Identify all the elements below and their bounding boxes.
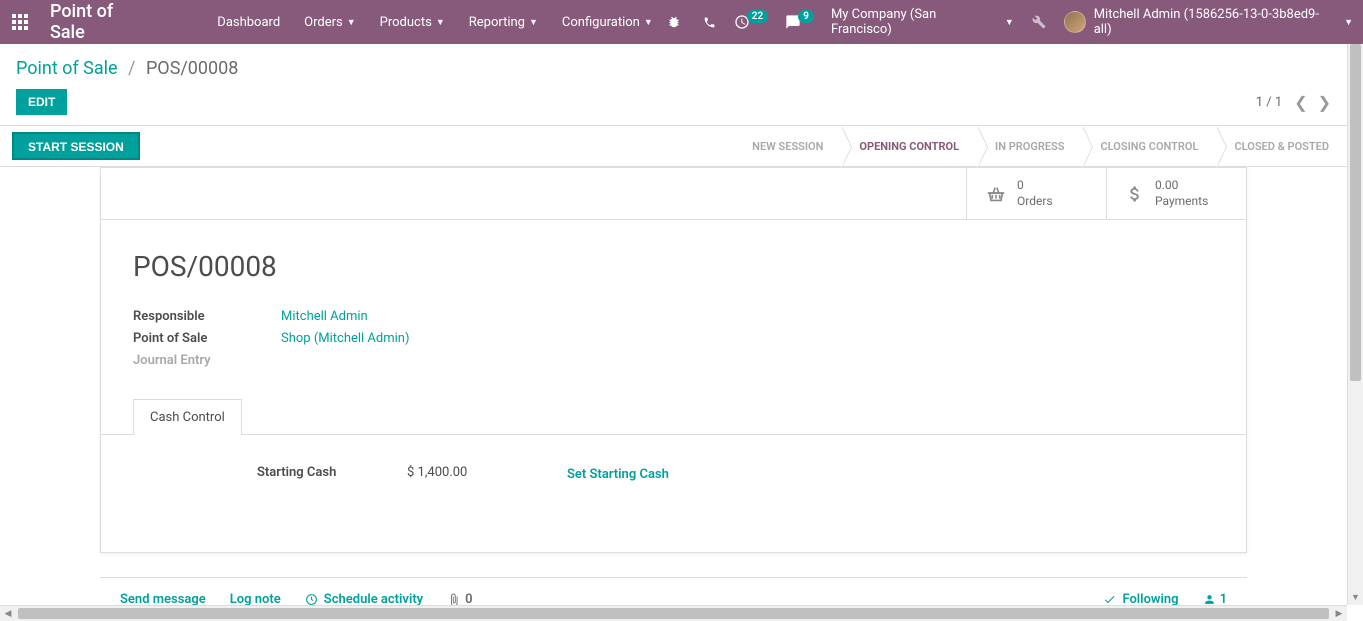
breadcrumb-separator: / [128, 58, 135, 79]
stat-orders-label: Orders [1017, 194, 1053, 210]
tab-content: Starting Cash $ 1,400.00 Set Starting Ca… [101, 435, 1246, 532]
nav-menu: Dashboard Orders ▼ Products ▼ Reporting ▼ C… [207, 9, 663, 36]
stage-opening-control[interactable]: OPENING CONTROL [841, 126, 977, 166]
actions-row: EDIT 1 / 1 ❮ ❯ [0, 89, 1347, 125]
set-starting-cash-link[interactable]: Set Starting Cash [567, 467, 669, 482]
chevron-down-icon: ▼ [529, 17, 538, 28]
stat-payments-button[interactable]: 0.00 Payments [1106, 168, 1246, 219]
responsible-label: Responsible [133, 309, 281, 324]
chatter: Send message Log note Schedule activity … [100, 577, 1247, 605]
stage-closed-posted[interactable]: CLOSED & POSTED [1216, 126, 1347, 166]
nav-configuration-label: Configuration [562, 15, 640, 30]
scroll-left-icon[interactable]: ◀ [0, 606, 16, 621]
dollar-icon [1125, 182, 1145, 206]
nav-orders[interactable]: Orders ▼ [294, 9, 366, 36]
stage-closing-control[interactable]: CLOSING CONTROL [1082, 126, 1216, 166]
brand-title[interactable]: Point of Sale [50, 1, 152, 43]
activity-indicator[interactable]: 22 [734, 14, 771, 30]
basket-icon [985, 183, 1007, 205]
phone-icon[interactable] [699, 12, 720, 33]
schedule-activity-link[interactable]: Schedule activity [305, 592, 423, 605]
tab-cash-control[interactable]: Cash Control [133, 399, 242, 435]
avatar [1064, 11, 1086, 33]
check-icon [1103, 593, 1116, 605]
journal-label: Journal Entry [133, 353, 281, 368]
top-navbar: Point of Sale Dashboard Orders ▼ Products… [0, 0, 1363, 44]
paperclip-icon [447, 593, 461, 605]
clock-icon [305, 593, 318, 605]
attachments-button[interactable]: 0 [447, 592, 472, 605]
pager-next-icon[interactable]: ❯ [1318, 93, 1331, 112]
apps-icon[interactable] [8, 10, 32, 34]
stat-orders-button[interactable]: 0 Orders [966, 168, 1106, 219]
stat-buttons: 0 Orders 0.00 Payments [101, 168, 1246, 220]
tools-icon[interactable] [1028, 11, 1050, 33]
field-journal-entry: Journal Entry [133, 353, 693, 368]
followers-count: 1 [1220, 592, 1227, 605]
chevron-down-icon: ▼ [436, 17, 445, 28]
breadcrumb: Point of Sale / POS/00008 [16, 58, 238, 79]
chevron-down-icon: ▼ [1344, 17, 1353, 28]
tabs: Cash Control Starting Cash $ 1,400.00 Se… [101, 398, 1246, 532]
nav-reporting[interactable]: Reporting ▼ [459, 9, 548, 36]
log-note-link[interactable]: Log note [230, 592, 281, 605]
messages-badge: 9 [798, 10, 814, 23]
stage-in-progress[interactable]: IN PROGRESS [977, 126, 1082, 166]
send-message-link[interactable]: Send message [120, 592, 206, 605]
user-menu[interactable]: Mitchell Admin (1586256-13-0-3b8ed9-all)… [1064, 7, 1353, 37]
attachments-count: 0 [465, 592, 472, 605]
scroll-right-icon[interactable]: ▶ [1331, 606, 1347, 621]
scroll-thumb[interactable] [18, 608, 1329, 619]
starting-cash-label: Starting Cash [257, 463, 407, 480]
company-label: My Company (San Francisco) [831, 7, 1000, 37]
pos-label: Point of Sale [133, 331, 281, 346]
schedule-activity-label: Schedule activity [324, 592, 423, 605]
nav-configuration[interactable]: Configuration ▼ [552, 9, 663, 36]
field-responsible: Responsible Mitchell Admin [133, 309, 693, 324]
status-bar: START SESSION NEW SESSION OPENING CONTRO… [0, 125, 1347, 167]
breadcrumb-row: Point of Sale / POS/00008 [0, 44, 1347, 89]
start-session-button[interactable]: START SESSION [12, 132, 140, 160]
field-point-of-sale: Point of Sale Shop (Mitchell Admin) [133, 331, 693, 346]
activity-badge: 22 [747, 10, 768, 23]
vertical-scrollbar[interactable]: ▲ ▼ [1347, 44, 1363, 605]
breadcrumb-current: POS/00008 [146, 58, 238, 79]
responsible-value[interactable]: Mitchell Admin [281, 309, 368, 324]
company-selector[interactable]: My Company (San Francisco) ▼ [831, 7, 1014, 37]
starting-cash-value: $ 1,400.00 [407, 463, 567, 480]
edit-button[interactable]: EDIT [16, 89, 67, 115]
followers-button[interactable]: 1 [1203, 592, 1227, 605]
bug-icon[interactable] [663, 11, 685, 33]
stat-payments-amount: 0.00 [1155, 178, 1208, 194]
chevron-down-icon: ▼ [1005, 17, 1014, 28]
pager-prev-icon[interactable]: ❮ [1294, 93, 1307, 112]
pos-value[interactable]: Shop (Mitchell Admin) [281, 331, 410, 346]
horizontal-scrollbar[interactable]: ◀ ▶ [0, 605, 1347, 621]
pager-text: 1 / 1 [1256, 95, 1282, 110]
scroll-down-icon[interactable]: ▼ [1348, 589, 1363, 605]
following-button[interactable]: Following [1103, 592, 1178, 605]
chevron-down-icon: ▼ [644, 17, 653, 28]
chevron-down-icon: ▼ [347, 17, 356, 28]
stat-orders-count: 0 [1017, 178, 1053, 194]
messages-indicator[interactable]: 9 [785, 14, 817, 30]
nav-dashboard[interactable]: Dashboard [207, 9, 290, 36]
user-label: Mitchell Admin (1586256-13-0-3b8ed9-all) [1094, 7, 1336, 37]
record-title: POS/00008 [133, 250, 1214, 283]
nav-reporting-label: Reporting [469, 15, 525, 30]
stat-payments-label: Payments [1155, 194, 1208, 210]
nav-products-label: Products [380, 15, 432, 30]
following-label: Following [1122, 592, 1178, 605]
stage-new-session[interactable]: NEW SESSION [734, 126, 841, 166]
scroll-thumb[interactable] [1350, 44, 1361, 381]
nav-orders-label: Orders [304, 15, 343, 30]
pager: 1 / 1 ❮ ❯ [1256, 93, 1331, 112]
nav-products[interactable]: Products ▼ [370, 9, 455, 36]
form-sheet: 0 Orders 0.00 Payments POS/00008 [100, 167, 1247, 553]
person-icon [1203, 593, 1216, 605]
breadcrumb-root[interactable]: Point of Sale [16, 58, 118, 79]
stage-pipeline: NEW SESSION OPENING CONTROL IN PROGRESS … [734, 126, 1347, 166]
nav-right: 22 9 My Company (San Francisco) ▼ Mitche… [663, 7, 1353, 37]
